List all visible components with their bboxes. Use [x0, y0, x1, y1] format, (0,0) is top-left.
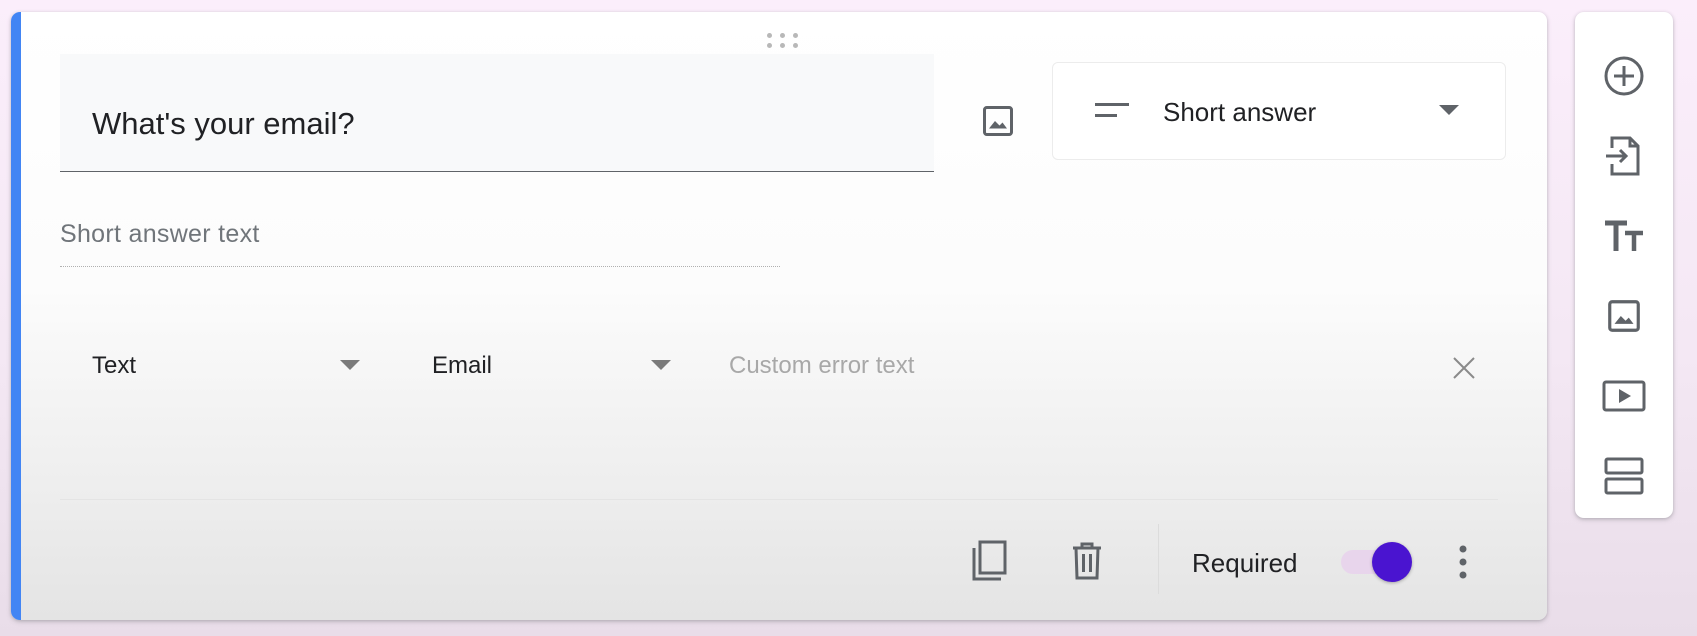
duplicate-button[interactable] [963, 534, 1015, 588]
copy-icon [972, 540, 1007, 581]
title-text-icon [1605, 220, 1643, 251]
add-video-button[interactable] [1594, 366, 1654, 426]
required-toggle[interactable] [1329, 538, 1415, 586]
required-label: Required [1192, 548, 1298, 578]
question-type-dropdown[interactable]: Short answer [1052, 62, 1506, 160]
add-question-button[interactable] [1594, 46, 1654, 106]
video-icon [1602, 380, 1646, 412]
add-title-button[interactable] [1594, 206, 1654, 266]
import-questions-button[interactable] [1594, 126, 1654, 186]
delete-button[interactable] [1063, 534, 1111, 588]
drag-handle-icon[interactable] [765, 29, 805, 53]
section-icon [1604, 457, 1644, 495]
active-accent-bar [11, 12, 21, 620]
image-icon [983, 106, 1013, 136]
more-options-button[interactable] [1443, 538, 1483, 586]
more-vert-icon [1459, 545, 1467, 579]
add-image-button[interactable] [969, 98, 1027, 144]
short-answer-placeholder: Short answer text [60, 220, 260, 248]
caret-down-icon [651, 360, 671, 370]
question-type-label: Short answer [1163, 97, 1317, 127]
add-section-button[interactable] [1594, 446, 1654, 506]
short-answer-lines-icon [1095, 103, 1129, 117]
remove-validation-button[interactable] [1444, 348, 1484, 388]
caret-down-icon [340, 360, 360, 370]
image-icon [1608, 300, 1640, 332]
toggle-thumb [1372, 542, 1412, 582]
question-card[interactable]: Short answer Short answer text Text Emai… [11, 12, 1547, 620]
caret-down-icon [1439, 105, 1459, 115]
trash-icon [1073, 542, 1101, 580]
question-title-input[interactable] [92, 106, 892, 142]
custom-error-text-input[interactable] [729, 346, 1419, 386]
footer-divider [60, 499, 1498, 500]
close-icon [1453, 357, 1475, 379]
import-icon [1606, 136, 1640, 176]
add-circle-icon [1604, 56, 1644, 96]
floating-toolbar [1575, 12, 1673, 518]
validation-type-label: Text [92, 352, 137, 379]
footer-separator [1158, 524, 1159, 594]
validation-rule-label: Email [432, 352, 493, 379]
add-image-tool-button[interactable] [1594, 286, 1654, 346]
validation-type-dropdown[interactable]: Text [92, 346, 372, 386]
question-title-field[interactable] [60, 54, 934, 172]
short-answer-underline [60, 266, 780, 267]
validation-rule-dropdown[interactable]: Email [432, 346, 672, 386]
